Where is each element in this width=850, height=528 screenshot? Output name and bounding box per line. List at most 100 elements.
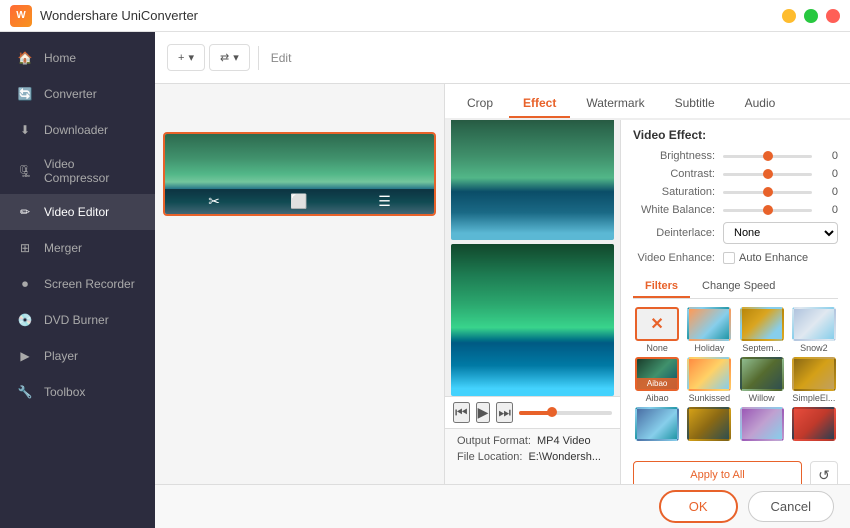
video-effect-title: Video Effect: bbox=[633, 128, 838, 142]
sidebar-label-home: Home bbox=[44, 51, 76, 65]
sidebar: 🏠 Home 🔄 Converter ⬇ Downloader 🗜 Video … bbox=[0, 32, 155, 528]
video-editor-icon: ✏ bbox=[16, 203, 34, 221]
output-format-value: MP4 Video bbox=[537, 435, 591, 447]
sidebar-label-merger: Merger bbox=[44, 241, 82, 255]
sidebar-item-video-editor[interactable]: ✏ Video Editor bbox=[0, 194, 155, 230]
video-compressor-icon: 🗜 bbox=[16, 162, 34, 180]
white-balance-slider[interactable] bbox=[723, 209, 812, 212]
contrast-value: 0 bbox=[818, 168, 838, 180]
filter-row3a[interactable] bbox=[633, 407, 681, 443]
filter-september[interactable]: Septem... bbox=[738, 307, 786, 353]
progress-track[interactable] bbox=[519, 411, 612, 415]
file-list: ✂ ⬜ ☰ bbox=[155, 124, 444, 484]
next-frame-button[interactable]: ⏭ bbox=[496, 402, 513, 423]
brightness-label: Brightness: bbox=[633, 150, 723, 162]
tab-effect[interactable]: Effect bbox=[509, 90, 570, 118]
video-enhance-label: Video Enhance: bbox=[633, 252, 723, 264]
original-video-frame bbox=[451, 102, 614, 240]
right-effects-panel: Video Effect: Brightness: 0 Contrast: bbox=[620, 84, 850, 484]
filter-aibao[interactable]: Aibao Aibao bbox=[633, 357, 681, 403]
tab-watermark[interactable]: Watermark bbox=[572, 90, 658, 118]
tab-change-speed[interactable]: Change Speed bbox=[690, 276, 787, 298]
filter-row3b[interactable] bbox=[685, 407, 733, 443]
auto-enhance-checkbox[interactable] bbox=[723, 252, 735, 264]
play-pause-button[interactable]: ▶ bbox=[476, 402, 491, 423]
brightness-slider[interactable] bbox=[723, 155, 812, 158]
filter-row3c[interactable] bbox=[738, 407, 786, 443]
saturation-value: 0 bbox=[818, 186, 838, 198]
sidebar-label-player: Player bbox=[44, 349, 78, 363]
add-file-button[interactable]: + ▾ bbox=[167, 44, 205, 71]
filter-september-thumb bbox=[740, 307, 784, 341]
home-icon: 🏠 bbox=[16, 49, 34, 67]
output-format-row: Output Format: MP4 Video bbox=[457, 435, 608, 447]
deinterlace-select[interactable]: None bbox=[723, 222, 838, 244]
sidebar-item-screen-recorder[interactable]: ⏺ Screen Recorder bbox=[0, 266, 155, 302]
filter-row3d-thumb bbox=[792, 407, 836, 441]
filter-holiday[interactable]: Holiday bbox=[685, 307, 733, 353]
output-info: Output Format: MP4 Video File Location: … bbox=[445, 428, 620, 484]
sidebar-item-dvd-burner[interactable]: 💿 DVD Burner bbox=[0, 302, 155, 338]
edit-tabs-container: Crop Effect Watermark Subtitle Audio bbox=[445, 84, 850, 120]
video-frames: Output Preview 00:04/00:27 bbox=[445, 84, 620, 396]
minimize-button[interactable] bbox=[782, 9, 796, 23]
sidebar-item-downloader[interactable]: ⬇ Downloader bbox=[0, 112, 155, 148]
filter-row3d[interactable] bbox=[790, 407, 838, 443]
tab-subtitle[interactable]: Subtitle bbox=[661, 90, 729, 118]
apply-to-all-button[interactable]: Apply to All bbox=[633, 461, 802, 484]
thumbnail-actions: ✂ ⬜ ☰ bbox=[165, 189, 434, 214]
refresh-button[interactable]: ↺ bbox=[810, 461, 838, 484]
contrast-slider[interactable] bbox=[723, 173, 812, 176]
sidebar-item-player[interactable]: ▶ Player bbox=[0, 338, 155, 374]
add-label: ▾ bbox=[188, 51, 194, 64]
output-format-label: Output Format: bbox=[457, 435, 531, 447]
filter-simpleel-thumb bbox=[792, 357, 836, 391]
output-location-row: File Location: E:\Wondersh... bbox=[457, 451, 608, 463]
video-middle: ✂ ⬜ ☰ ◂ Crop Effect Watermark Subtitle A bbox=[155, 84, 850, 484]
file-thumbnail[interactable]: ✂ ⬜ ☰ bbox=[163, 132, 436, 216]
merger-icon: ⊞ bbox=[16, 239, 34, 257]
filter-none[interactable]: ✕ None bbox=[633, 307, 681, 353]
filter-snow2[interactable]: Snow2 bbox=[790, 307, 838, 353]
white-balance-row: White Balance: 0 bbox=[633, 204, 838, 216]
edit-label: Edit bbox=[271, 51, 292, 65]
prev-frame-button[interactable]: ⏮ bbox=[453, 402, 470, 423]
sidebar-item-video-compressor[interactable]: 🗜 Video Compressor bbox=[0, 148, 155, 194]
filter-willow-thumb bbox=[740, 357, 784, 391]
toolbar: + ▾ ⇄ ▾ Edit bbox=[155, 32, 850, 84]
saturation-row: Saturation: 0 bbox=[633, 186, 838, 198]
tab-crop[interactable]: Crop bbox=[453, 90, 507, 118]
filter-willow[interactable]: Willow bbox=[738, 357, 786, 403]
crop-action-button[interactable]: ⬜ bbox=[290, 193, 307, 210]
refresh-icon: ↺ bbox=[818, 467, 830, 484]
deinterlace-label: Deinterlace: bbox=[633, 227, 723, 239]
auto-enhance-label: Auto Enhance bbox=[739, 252, 808, 264]
ok-button[interactable]: OK bbox=[659, 490, 738, 523]
filter-aibao-thumb: Aibao bbox=[635, 357, 679, 391]
sidebar-item-home[interactable]: 🏠 Home bbox=[0, 40, 155, 76]
sidebar-item-converter[interactable]: 🔄 Converter bbox=[0, 76, 155, 112]
app-title: Wondershare UniConverter bbox=[40, 8, 198, 23]
close-button[interactable] bbox=[826, 9, 840, 23]
cancel-button[interactable]: Cancel bbox=[748, 491, 834, 522]
filter-september-label: Septem... bbox=[742, 343, 781, 353]
output-location-value: E:\Wondersh... bbox=[528, 451, 601, 463]
saturation-slider[interactable] bbox=[723, 191, 812, 194]
maximize-button[interactable] bbox=[804, 9, 818, 23]
filter-sunkissed-thumb bbox=[687, 357, 731, 391]
content-area: + ▾ ⇄ ▾ Edit ✂ ⬜ ☰ bbox=[155, 32, 850, 528]
settings-action-button[interactable]: ☰ bbox=[378, 193, 391, 210]
sidebar-item-merger[interactable]: ⊞ Merger bbox=[0, 230, 155, 266]
filter-row3b-thumb bbox=[687, 407, 731, 441]
dvd-burner-icon: 💿 bbox=[16, 311, 34, 329]
sidebar-item-toolbox[interactable]: 🔧 Toolbox bbox=[0, 374, 155, 410]
sidebar-label-converter: Converter bbox=[44, 87, 97, 101]
filter-sunkissed[interactable]: Sunkissed bbox=[685, 357, 733, 403]
cut-button[interactable]: ✂ bbox=[208, 193, 220, 210]
app-logo: W bbox=[10, 5, 32, 27]
filter-willow-label: Willow bbox=[749, 393, 775, 403]
convert-button[interactable]: ⇄ ▾ bbox=[209, 44, 250, 71]
tab-filters[interactable]: Filters bbox=[633, 276, 690, 298]
filter-simpleel[interactable]: SimpleEl... bbox=[790, 357, 838, 403]
tab-audio[interactable]: Audio bbox=[731, 90, 790, 118]
